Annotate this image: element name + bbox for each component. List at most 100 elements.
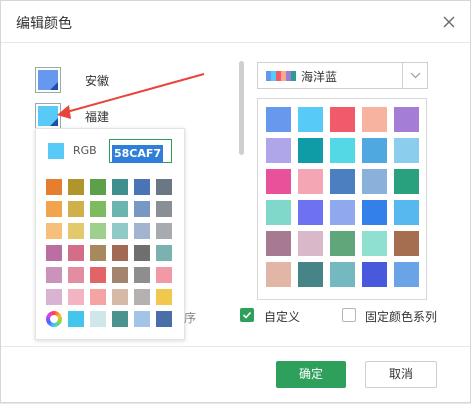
palette-swatch[interactable] [90, 245, 106, 261]
color-swatch-button[interactable] [35, 103, 61, 129]
custom-checkbox[interactable] [240, 308, 254, 322]
scheme-color-swatch[interactable] [362, 138, 387, 163]
palette-swatch[interactable] [68, 267, 84, 283]
palette-swatch[interactable] [156, 201, 172, 217]
series-row-fujian: 福建 [35, 103, 235, 129]
scheme-color-swatch[interactable] [298, 169, 323, 194]
fixed-color-series-checkbox[interactable] [342, 308, 356, 322]
color-scheme-select[interactable]: 海洋蓝 [257, 62, 428, 89]
scheme-color-swatch[interactable] [266, 169, 291, 194]
color-picker-popover: RGB 58CAF7 [35, 128, 185, 340]
palette-swatch[interactable] [134, 201, 150, 217]
palette-swatch[interactable] [68, 223, 84, 239]
fixed-color-series-label: 固定颜色系列 [365, 310, 438, 324]
rgb-label: RGB [73, 144, 97, 157]
palette-swatch[interactable] [46, 289, 62, 305]
palette-swatch[interactable] [156, 179, 172, 195]
scheme-color-swatch[interactable] [266, 231, 291, 256]
palette-swatch[interactable] [68, 201, 84, 217]
scheme-color-swatch[interactable] [362, 231, 387, 256]
scheme-color-swatch[interactable] [330, 107, 355, 132]
scheme-color-swatch[interactable] [394, 138, 419, 163]
palette-swatch[interactable] [112, 201, 128, 217]
scheme-color-swatch[interactable] [394, 231, 419, 256]
palette-swatch[interactable] [112, 311, 128, 327]
palette-swatch[interactable] [134, 245, 150, 261]
palette-swatch[interactable] [112, 179, 128, 195]
palette-swatch[interactable] [156, 223, 172, 239]
palette-swatch[interactable] [46, 201, 62, 217]
scheme-color-swatch[interactable] [394, 107, 419, 132]
palette-swatch[interactable] [68, 245, 84, 261]
palette-swatch[interactable] [46, 245, 62, 261]
palette-swatch[interactable] [156, 311, 172, 327]
dialog-title: 编辑颜色 [16, 16, 72, 32]
palette-swatch[interactable] [134, 311, 150, 327]
scheme-color-swatch[interactable] [394, 262, 419, 287]
palette-swatch[interactable] [46, 179, 62, 195]
scheme-color-swatch[interactable] [362, 169, 387, 194]
palette-swatch[interactable] [90, 179, 106, 195]
palette-swatch[interactable] [134, 223, 150, 239]
scheme-color-swatch[interactable] [298, 138, 323, 163]
chevron-down-icon[interactable] [402, 63, 427, 88]
palette-swatch[interactable] [156, 267, 172, 283]
palette-swatch[interactable] [90, 311, 106, 327]
cancel-button[interactable]: 取消 [365, 361, 437, 388]
palette-swatch[interactable] [112, 223, 128, 239]
palette-swatch[interactable] [134, 179, 150, 195]
edit-color-dialog: 编辑颜色 安徽 福建 RGB 58CAF7 海洋蓝 序 自定义 固定颜色系列 确… [0, 0, 471, 403]
palette-swatch[interactable] [90, 267, 106, 283]
palette-swatch[interactable] [90, 289, 106, 305]
scheme-color-swatch[interactable] [298, 262, 323, 287]
scheme-color-swatch[interactable] [330, 231, 355, 256]
custom-label: 自定义 [264, 310, 301, 324]
scheme-color-swatch[interactable] [362, 200, 387, 225]
close-icon[interactable] [441, 14, 457, 30]
palette-swatch[interactable] [134, 267, 150, 283]
palette-swatch[interactable] [112, 267, 128, 283]
palette-swatch[interactable] [68, 311, 84, 327]
palette-swatch[interactable] [112, 289, 128, 305]
scheme-color-swatch[interactable] [330, 200, 355, 225]
scheme-color-swatch[interactable] [266, 138, 291, 163]
rgb-hex-value: 58CAF7 [112, 145, 164, 163]
palette-swatch[interactable] [90, 201, 106, 217]
series-label: 福建 [85, 110, 110, 124]
scheme-color-swatch[interactable] [394, 169, 419, 194]
color-swatch-fill [38, 106, 58, 126]
rgb-hex-input[interactable]: 58CAF7 [109, 139, 172, 163]
palette-swatch[interactable] [156, 289, 172, 305]
color-swatch-fill [38, 70, 58, 90]
rgb-row: RGB 58CAF7 [46, 139, 182, 163]
color-swatch-button[interactable] [35, 67, 61, 93]
dialog-footer: 确定 取消 [1, 346, 470, 402]
color-wheel-icon[interactable] [46, 311, 62, 327]
scheme-color-swatch[interactable] [266, 262, 291, 287]
scheme-color-swatch[interactable] [330, 169, 355, 194]
series-row-anhui: 安徽 [35, 67, 235, 93]
palette-swatch[interactable] [156, 245, 172, 261]
palette-swatch[interactable] [134, 289, 150, 305]
scheme-preview-icon [266, 71, 296, 81]
scheme-name: 海洋蓝 [301, 70, 338, 84]
scheme-color-swatch[interactable] [330, 262, 355, 287]
scheme-color-swatch[interactable] [330, 138, 355, 163]
scheme-color-swatch[interactable] [362, 107, 387, 132]
palette-swatch[interactable] [46, 267, 62, 283]
scheme-color-swatch[interactable] [266, 200, 291, 225]
palette-swatch[interactable] [68, 289, 84, 305]
scheme-color-swatch[interactable] [266, 107, 291, 132]
vertical-scrollbar[interactable] [239, 61, 244, 155]
dialog-header: 编辑颜色 [1, 1, 470, 43]
palette-swatch[interactable] [46, 223, 62, 239]
scheme-color-swatch[interactable] [298, 107, 323, 132]
scheme-color-swatch[interactable] [394, 200, 419, 225]
scheme-color-swatch[interactable] [362, 262, 387, 287]
scheme-color-swatch[interactable] [298, 200, 323, 225]
palette-swatch[interactable] [112, 245, 128, 261]
confirm-button[interactable]: 确定 [276, 361, 346, 388]
palette-swatch[interactable] [90, 223, 106, 239]
scheme-color-swatch[interactable] [298, 231, 323, 256]
palette-swatch[interactable] [68, 179, 84, 195]
